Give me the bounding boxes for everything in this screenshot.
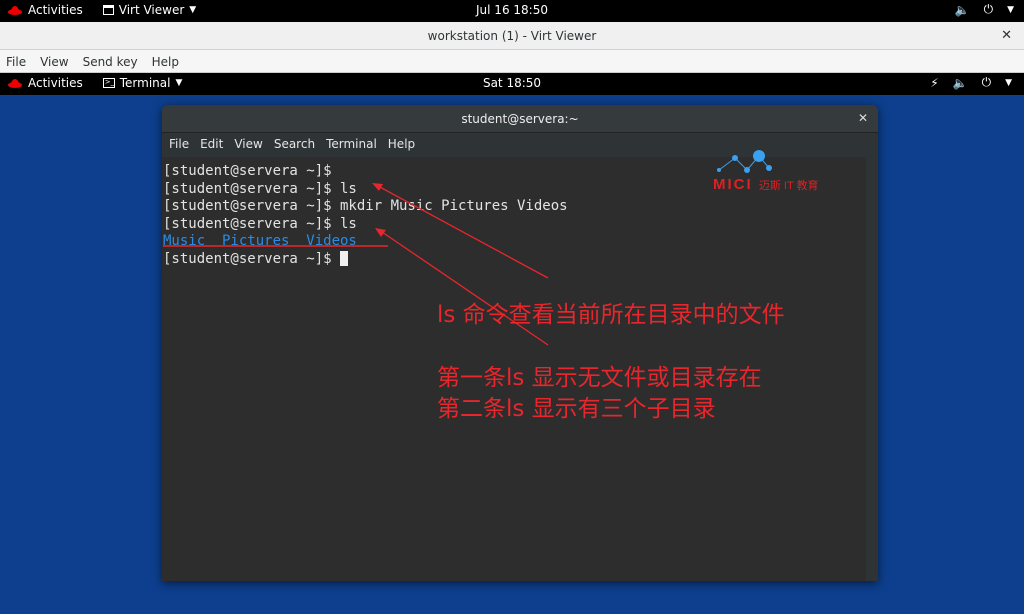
annotation-ls-desc: ls 命令查看当前所在目录中的文件 [437, 302, 785, 328]
arrowhead-1 [372, 183, 383, 191]
annotation-second-ls: 第二条ls 显示有三个子目录 [437, 396, 716, 422]
annotation-first-ls: 第一条ls 显示无文件或目录存在 [437, 365, 762, 391]
arrow-to-first-ls [377, 185, 549, 279]
arrowhead-2 [375, 228, 386, 237]
